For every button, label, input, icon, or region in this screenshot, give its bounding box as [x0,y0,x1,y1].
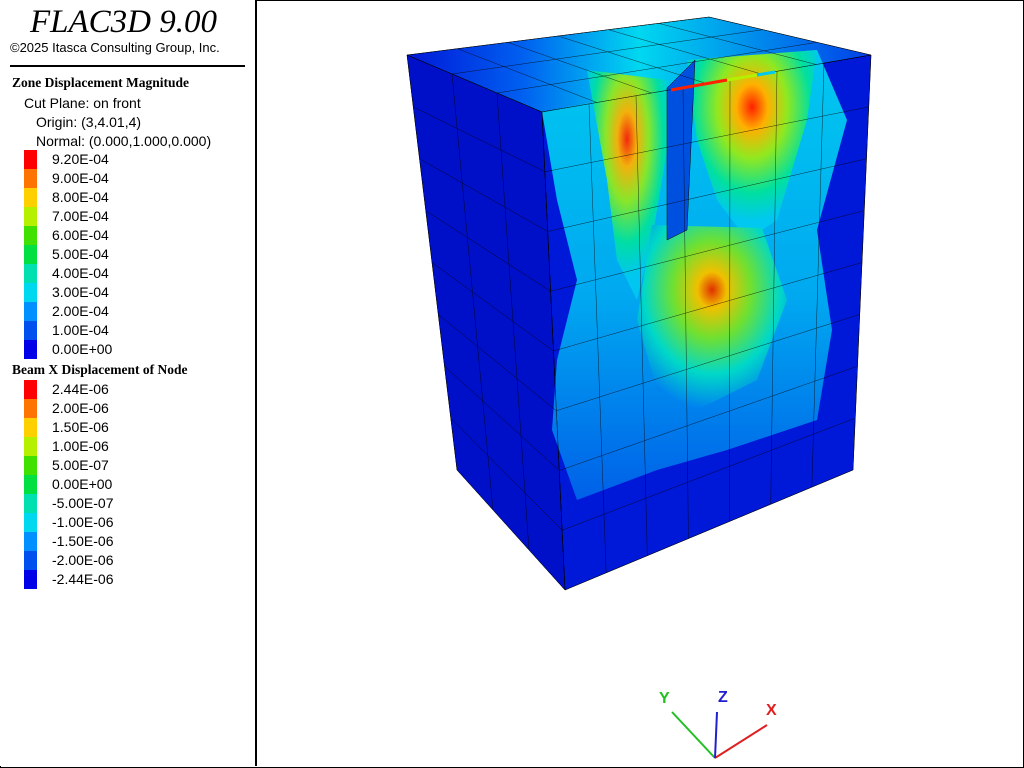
beam-scale-swatch [24,456,37,475]
y-axis-line [671,711,716,759]
zone-scale-label: 9.20E-04 [52,151,109,167]
model-viewport[interactable]: X Y Z [257,0,1022,766]
zone-scale-swatch [24,340,37,359]
zone-scale-swatch [24,283,37,302]
zone-scale-swatch [24,264,37,283]
legend-panel: FLAC3D 9.00 ©2025 Itasca Consulting Grou… [0,0,257,766]
beam-scale-label: -2.44E-06 [52,571,114,587]
zone-scale-label: 5.00E-04 [52,246,109,262]
beam-scale-label: 0.00E+00 [52,476,113,492]
beam-scale-swatch [24,532,37,551]
beam-scale-swatch [24,399,37,418]
beam-scale-swatch [24,513,37,532]
beam-scale-label: -1.50E-06 [52,533,114,549]
model-left-face [406,54,566,591]
beam-scale-label: 5.00E-07 [52,457,109,473]
legend-divider [10,65,245,67]
beam-scale-swatch [24,380,37,399]
zone-legend-title: Zone Displacement Magnitude [12,75,189,90]
cut-plane-info: Cut Plane: on front [24,95,141,111]
zone-scale-swatch [24,169,37,188]
zone-scale-swatch [24,302,37,321]
beam-scale-swatch [24,437,37,456]
zone-scale-label: 0.00E+00 [52,341,113,357]
beam-scale-label: 2.00E-06 [52,400,109,416]
app-title: FLAC3D 9.00 [30,4,218,40]
beam-scale-swatch [24,475,37,494]
origin-info: Origin: (3,4.01,4) [36,114,142,130]
beam-scale-label: -5.00E-07 [52,495,114,511]
zone-scale-swatch [24,321,37,340]
beam-scale-label: -1.00E-06 [52,514,114,530]
zone-scale-swatch [24,188,37,207]
zone-scale-label: 6.00E-04 [52,227,109,243]
zone-scale-swatch [24,245,37,264]
model-3d-view[interactable] [257,0,1022,766]
normal-info: Normal: (0.000,1.000,0.000) [36,133,212,149]
beam-scale-label: -2.00E-06 [52,552,114,568]
beam-scale-swatch [24,570,37,589]
z-axis-line [714,711,718,759]
zone-scale-label: 3.00E-04 [52,284,109,300]
zone-scale-label: 7.00E-04 [52,208,109,224]
zone-scale-label: 1.00E-04 [52,322,109,338]
beam-scale-swatch [24,494,37,513]
x-axis-line [714,724,768,759]
z-axis-label: Z [718,689,728,706]
zone-scale-swatch [24,226,37,245]
beam-scale-swatch [24,551,37,570]
beam-scale-swatch [24,418,37,437]
beam-legend-title: Beam X Displacement of Node [12,362,188,377]
zone-scale-label: 8.00E-04 [52,189,109,205]
zone-scale-label: 4.00E-04 [52,265,109,281]
zone-scale-label: 2.00E-04 [52,303,109,319]
zone-scale-swatch [24,150,37,169]
zone-scale-swatch [24,207,37,226]
beam-scale-label: 1.00E-06 [52,438,109,454]
copyright-text: ©2025 Itasca Consulting Group, Inc. [10,40,220,55]
beam-scale-label: 2.44E-06 [52,381,109,397]
beam-scale-label: 1.50E-06 [52,419,109,435]
zone-scale-label: 9.00E-04 [52,170,109,186]
y-axis-label: Y [659,690,670,707]
x-axis-label: X [766,702,777,719]
